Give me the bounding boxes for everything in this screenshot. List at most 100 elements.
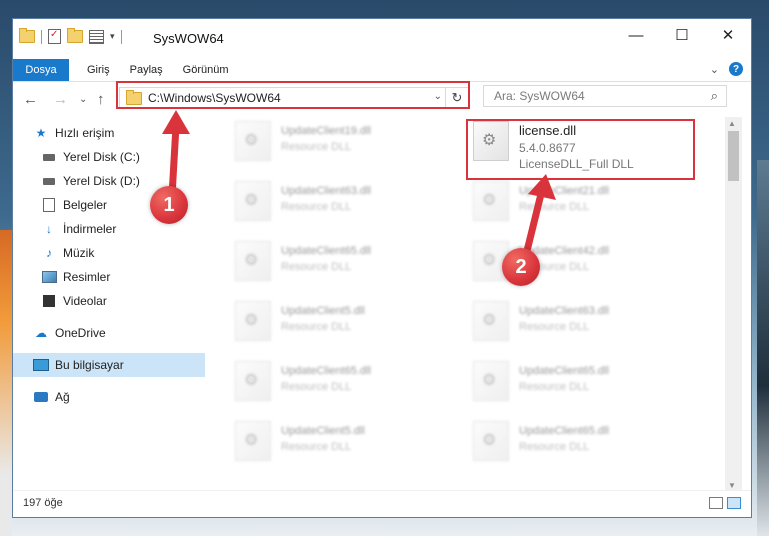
file-item[interactable]: UpdateClient21.dll Resource DLL [443, 177, 663, 227]
sidebar-item-label: İndirmeler [63, 222, 117, 236]
up-button[interactable]: ↑ [97, 91, 105, 108]
sidebar-item-pictures[interactable]: Resimler ✎ [13, 265, 233, 289]
file-type: Resource DLL [281, 321, 352, 333]
license-file-highlight [466, 119, 695, 180]
new-folder-icon[interactable] [67, 28, 83, 43]
sidebar-item-local-disk-c[interactable]: Yerel Disk (C:) ✎ [13, 145, 233, 169]
scrollbar-thumb[interactable] [728, 131, 739, 181]
file-item[interactable]: UpdateClient65.dll Resource DLL [205, 237, 425, 287]
sidebar-item-label: Resimler [63, 270, 111, 284]
file-item[interactable]: UpdateClient65.dll Resource DLL [443, 357, 663, 407]
details-view-icon[interactable] [709, 497, 723, 509]
dll-file-icon [235, 121, 271, 161]
file-item[interactable]: UpdateClient5.dll Resource DLL [205, 417, 425, 467]
file-type: Resource DLL [281, 441, 352, 453]
file-name: UpdateClient65.dll [519, 425, 609, 437]
step-1-badge: 1 [150, 186, 188, 224]
file-item[interactable]: UpdateClient63.dll Resource DLL [443, 297, 663, 347]
sidebar-item-label: Yerel Disk (D:) [63, 174, 140, 188]
file-type: Resource DLL [281, 381, 352, 393]
sidebar-item-label: OneDrive [55, 326, 106, 340]
cloud-icon: ☁ [35, 326, 47, 340]
maximize-button[interactable]: ☐ [659, 19, 705, 51]
tab-home[interactable]: Giriş [77, 59, 120, 81]
toolbar-separator [41, 29, 42, 44]
minimize-button[interactable]: — [613, 19, 659, 51]
file-type: Resource DLL [281, 141, 352, 153]
search-icon[interactable]: ⌕ [711, 88, 718, 104]
sidebar-item-label: Yerel Disk (C:) [63, 150, 140, 164]
view-toggle [709, 497, 741, 509]
file-name: UpdateClient65.dll [281, 245, 371, 257]
star-icon: ★ [35, 126, 47, 140]
sidebar-item-label: Videolar [63, 294, 107, 308]
download-icon: ↓ [46, 222, 52, 236]
dll-file-icon [235, 241, 271, 281]
sidebar-item-label: Ağ [55, 390, 70, 404]
sidebar-item-label: Bu bilgisayar [55, 358, 124, 372]
file-name: UpdateClient63.dll [519, 305, 609, 317]
file-type: Resource DLL [519, 321, 590, 333]
close-button[interactable]: ✕ [705, 19, 751, 51]
file-type: Resource DLL [519, 381, 590, 393]
sidebar-item-documents[interactable]: Belgeler ✎ [13, 193, 233, 217]
sidebar-item-label: Belgeler [63, 198, 108, 212]
quick-access-toolbar: ▾ [19, 28, 122, 44]
dll-file-icon [473, 421, 509, 461]
dll-file-icon [473, 361, 509, 401]
desktop-background-left [0, 230, 12, 536]
file-item[interactable]: UpdateClient63.dll Resource DLL [205, 177, 425, 227]
sidebar-item-label: Müzik [63, 246, 95, 260]
folder-icon[interactable] [19, 28, 35, 43]
search-box[interactable]: Ara: SysWOW64 ⌕ [483, 85, 727, 107]
sidebar-item-quick-access[interactable]: ★ Hızlı erişim [13, 121, 225, 145]
window-controls: — ☐ ✕ [613, 19, 751, 51]
sidebar-item-videos[interactable]: Videolar ✎ [13, 289, 233, 313]
tab-share[interactable]: Paylaş [120, 59, 173, 81]
document-icon [41, 198, 57, 212]
sidebar-item-label: Hızlı erişim [55, 126, 115, 140]
step-2-badge: 2 [502, 248, 540, 286]
file-name: UpdateClient5.dll [281, 425, 365, 437]
file-name: UpdateClient65.dll [281, 365, 371, 377]
sidebar-item-music[interactable]: ♪ Müzik ✎ [13, 241, 233, 265]
dll-file-icon [235, 301, 271, 341]
ribbon-right-controls: ⌄ ? [710, 62, 743, 76]
sidebar-item-network[interactable]: Ağ [13, 385, 225, 409]
file-type: Resource DLL [519, 441, 590, 453]
customize-toolbar-icon[interactable]: ▾ [110, 31, 115, 42]
file-name: UpdateClient65.dll [519, 365, 609, 377]
scroll-up-icon[interactable]: ▲ [728, 119, 736, 128]
view-options-icon[interactable] [89, 29, 104, 44]
file-type: Resource DLL [281, 261, 352, 273]
sidebar-item-this-pc[interactable]: Bu bilgisayar [13, 353, 225, 377]
search-input[interactable]: Ara: SysWOW64 [494, 89, 585, 103]
dll-file-icon [235, 181, 271, 221]
tab-view[interactable]: Görünüm [173, 59, 239, 81]
sidebar-item-downloads[interactable]: ↓ İndirmeler ✎ [13, 217, 233, 241]
properties-icon[interactable] [48, 29, 61, 44]
expand-ribbon-icon[interactable]: ⌄ [710, 63, 719, 76]
scroll-down-icon[interactable]: ▼ [728, 481, 736, 490]
file-item[interactable]: UpdateClient19.dll Resource DLL [205, 117, 425, 167]
vertical-scrollbar[interactable]: ▲ ▼ [725, 117, 742, 492]
video-icon [41, 295, 57, 307]
dll-file-icon [473, 181, 509, 221]
status-bar: 197 öğe [13, 490, 751, 517]
forward-button[interactable]: → [53, 91, 68, 108]
file-name: UpdateClient63.dll [281, 185, 371, 197]
back-button[interactable]: ← [23, 91, 38, 108]
file-item[interactable]: UpdateClient65.dll Resource DLL [205, 357, 425, 407]
sidebar-item-onedrive[interactable]: ☁ OneDrive [13, 321, 225, 345]
file-item[interactable]: UpdateClient65.dll Resource DLL [443, 417, 663, 467]
pictures-icon [41, 271, 57, 283]
disk-icon [41, 153, 57, 161]
file-item[interactable]: UpdateClient5.dll Resource DLL [205, 297, 425, 347]
help-icon[interactable]: ? [729, 62, 743, 76]
recent-locations-button[interactable]: ⌄ [79, 94, 87, 105]
sidebar-item-local-disk-d[interactable]: Yerel Disk (D:) ✎ [13, 169, 233, 193]
tiles-view-icon[interactable] [727, 497, 741, 509]
tab-file[interactable]: Dosya [13, 59, 69, 81]
file-type: Resource DLL [281, 201, 352, 213]
file-item[interactable]: UpdateClient42.dll Resource DLL [443, 237, 663, 287]
